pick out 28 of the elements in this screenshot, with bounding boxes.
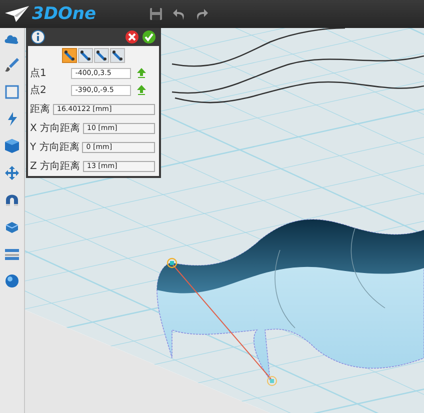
- mode-button[interactable]: [94, 48, 109, 63]
- brush-icon[interactable]: [4, 57, 20, 73]
- field-label: Y 方向距离: [30, 140, 80, 154]
- square-icon[interactable]: [4, 84, 20, 100]
- redo-icon[interactable]: [195, 7, 210, 21]
- sphere-icon[interactable]: [4, 273, 20, 289]
- checkmark-icon[interactable]: [142, 30, 156, 44]
- move-arrows-icon[interactable]: [4, 165, 20, 181]
- field-label: X 方向距离: [30, 122, 80, 135]
- mode-button[interactable]: [78, 48, 93, 63]
- point-marker: [267, 376, 277, 386]
- info-icon[interactable]: [31, 30, 45, 44]
- magnet-icon[interactable]: [4, 192, 20, 208]
- save-icon[interactable]: [149, 7, 164, 21]
- paper-plane-icon: [4, 5, 30, 23]
- undo-icon[interactable]: [172, 7, 186, 21]
- field-label: 距离: [30, 102, 50, 116]
- app-logo: 3DOne: [32, 4, 96, 24]
- field-label: 点2: [30, 84, 46, 97]
- point-marker: [166, 258, 178, 268]
- field-label: 点1: [30, 66, 46, 80]
- shape-icon[interactable]: [4, 219, 20, 235]
- cube-icon[interactable]: [4, 138, 20, 154]
- layers-icon[interactable]: [4, 246, 20, 262]
- field-label: Z 方向距离: [30, 160, 80, 173]
- mode-button[interactable]: [110, 48, 125, 63]
- mode-button[interactable]: [62, 48, 77, 63]
- close-icon[interactable]: [125, 30, 139, 44]
